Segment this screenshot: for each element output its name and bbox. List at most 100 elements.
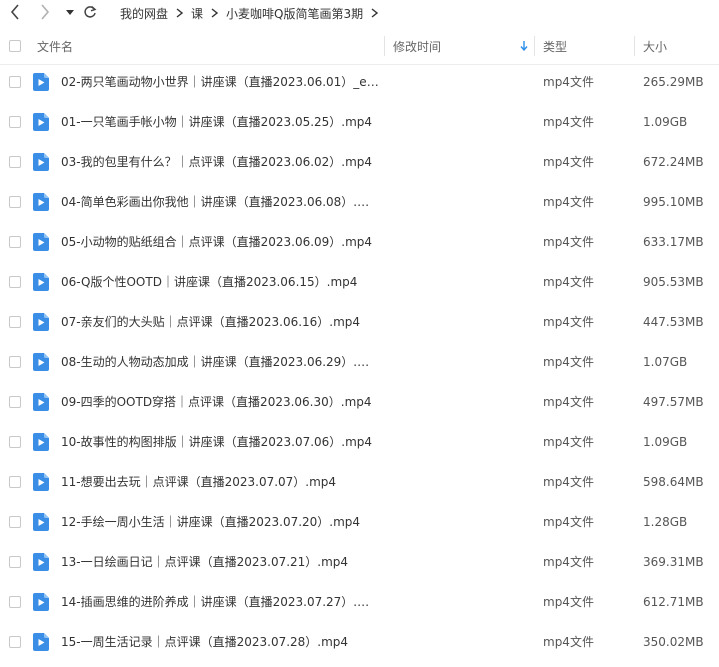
breadcrumb-item-current-folder[interactable]: 小麦咖啡Q版简笔画第3期 [226, 5, 363, 22]
file-row[interactable]: 14-插画思维的进阶养成｜讲座课（直播2023.07.27）.mp4 mp4文件… [0, 582, 719, 622]
row-checkbox[interactable] [9, 596, 21, 608]
file-row[interactable]: 10-故事性的构图排版｜讲座课（直播2023.07.06）.mp4 mp4文件 … [0, 422, 719, 462]
file-size: 612.71MB [643, 595, 704, 609]
select-all-checkbox[interactable] [9, 40, 21, 52]
file-row[interactable]: 05-小动物的贴纸组合｜点评课（直播2023.06.09）.mp4 mp4文件 … [0, 222, 719, 262]
file-name[interactable]: 02-两只笔画动物小世界｜讲座课（直播2023.06.01）_ev... [61, 62, 379, 102]
row-checkbox[interactable] [9, 116, 21, 128]
file-name[interactable]: 08-生动的人物动态加成｜讲座课（直播2023.06.29）.mp4 [61, 342, 379, 382]
forward-button[interactable] [35, 2, 55, 22]
file-row[interactable]: 11-想要出去玩｜点评课（直播2023.07.07）.mp4 mp4文件 598… [0, 462, 719, 502]
file-row[interactable]: 13-一日绘画日记｜点评课（直播2023.07.21）.mp4 mp4文件 36… [0, 542, 719, 582]
column-divider[interactable] [534, 36, 535, 56]
file-name[interactable]: 15-一周生活记录｜点评课（直播2023.07.28）.mp4 [61, 622, 379, 662]
file-type: mp4文件 [543, 75, 594, 89]
file-size: 447.53MB [643, 315, 704, 329]
file-size: 1.09GB [643, 115, 688, 129]
file-name[interactable]: 10-故事性的构图排版｜讲座课（直播2023.07.06）.mp4 [61, 422, 379, 462]
column-header-type[interactable]: 类型 [543, 28, 567, 64]
refresh-icon [84, 5, 97, 18]
navigation-bar: 我的网盘 课 小麦咖啡Q版简笔画第3期 [0, 0, 719, 26]
video-file-icon [33, 513, 49, 531]
file-type: mp4文件 [543, 395, 594, 409]
back-button[interactable] [5, 2, 25, 22]
file-name[interactable]: 07-亲友们的大头贴｜点评课（直播2023.06.16）.mp4 [61, 302, 379, 342]
video-file-icon [33, 273, 49, 291]
file-name[interactable]: 09-四季的OOTD穿搭｜点评课（直播2023.06.30）.mp4 [61, 382, 379, 422]
breadcrumb-item-my-disk[interactable]: 我的网盘 [120, 5, 168, 22]
row-checkbox[interactable] [9, 156, 21, 168]
file-type: mp4文件 [543, 555, 594, 569]
row-checkbox[interactable] [9, 556, 21, 568]
file-row[interactable]: 07-亲友们的大头贴｜点评课（直播2023.06.16）.mp4 mp4文件 4… [0, 302, 719, 342]
file-type: mp4文件 [543, 595, 594, 609]
video-file-icon [33, 553, 49, 571]
file-name[interactable]: 14-插画思维的进阶养成｜讲座课（直播2023.07.27）.mp4 [61, 582, 379, 622]
row-checkbox[interactable] [9, 636, 21, 648]
column-header-size[interactable]: 大小 [643, 28, 667, 64]
file-type: mp4文件 [543, 635, 594, 649]
column-divider[interactable] [384, 36, 385, 56]
file-size: 633.17MB [643, 235, 704, 249]
video-file-icon [33, 113, 49, 131]
video-file-icon [33, 313, 49, 331]
row-checkbox[interactable] [9, 436, 21, 448]
video-file-icon [33, 233, 49, 251]
file-type: mp4文件 [543, 235, 594, 249]
select-all-checkbox-cell[interactable] [9, 28, 21, 64]
file-size: 1.28GB [643, 515, 688, 529]
file-type: mp4文件 [543, 355, 594, 369]
file-row[interactable]: 15-一周生活记录｜点评课（直播2023.07.28）.mp4 mp4文件 35… [0, 622, 719, 662]
file-row[interactable]: 03-我的包里有什么？｜点评课（直播2023.06.02）.mp4 mp4文件 … [0, 142, 719, 182]
chevron-right-icon [176, 8, 184, 18]
row-checkbox[interactable] [9, 196, 21, 208]
file-size: 265.29MB [643, 75, 704, 89]
breadcrumb-item-course[interactable]: 课 [191, 5, 203, 22]
column-divider[interactable] [634, 36, 635, 56]
row-checkbox[interactable] [9, 396, 21, 408]
column-header-modified[interactable]: 修改时间 [393, 28, 441, 64]
history-dropdown-button[interactable] [60, 2, 80, 22]
row-checkbox[interactable] [9, 356, 21, 368]
video-file-icon [33, 393, 49, 411]
column-header-name[interactable]: 文件名 [37, 28, 73, 64]
file-row[interactable]: 12-手绘一周小生活｜讲座课（直播2023.07.20）.mp4 mp4文件 1… [0, 502, 719, 542]
file-list-header: 文件名 修改时间 类型 大小 [0, 28, 719, 65]
sort-down-arrow-icon[interactable] [520, 28, 528, 64]
row-checkbox[interactable] [9, 76, 21, 88]
file-type: mp4文件 [543, 195, 594, 209]
file-row[interactable]: 06-Q版个性OOTD｜讲座课（直播2023.06.15）.mp4 mp4文件 … [0, 262, 719, 302]
file-size: 672.24MB [643, 155, 704, 169]
file-size: 598.64MB [643, 475, 704, 489]
file-name[interactable]: 04-简单色彩画出你我他｜讲座课（直播2023.06.08）.mp4 [61, 182, 379, 222]
refresh-button[interactable] [80, 2, 100, 22]
video-file-icon [33, 473, 49, 491]
file-row[interactable]: 04-简单色彩画出你我他｜讲座课（直播2023.06.08）.mp4 mp4文件… [0, 182, 719, 222]
file-row[interactable]: 01-一只笔画手帐小物｜讲座课（直播2023.05.25）.mp4 mp4文件 … [0, 102, 719, 142]
file-type: mp4文件 [543, 475, 594, 489]
file-name[interactable]: 01-一只笔画手帐小物｜讲座课（直播2023.05.25）.mp4 [61, 102, 379, 142]
file-type: mp4文件 [543, 515, 594, 529]
file-name[interactable]: 12-手绘一周小生活｜讲座课（直播2023.07.20）.mp4 [61, 502, 379, 542]
file-size: 350.02MB [643, 635, 704, 649]
file-name[interactable]: 03-我的包里有什么？｜点评课（直播2023.06.02）.mp4 [61, 142, 379, 182]
file-row[interactable]: 02-两只笔画动物小世界｜讲座课（直播2023.06.01）_ev... mp4… [0, 62, 719, 102]
file-row[interactable]: 08-生动的人物动态加成｜讲座课（直播2023.06.29）.mp4 mp4文件… [0, 342, 719, 382]
file-name[interactable]: 05-小动物的贴纸组合｜点评课（直播2023.06.09）.mp4 [61, 222, 379, 262]
file-name[interactable]: 13-一日绘画日记｜点评课（直播2023.07.21）.mp4 [61, 542, 379, 582]
file-row[interactable]: 09-四季的OOTD穿搭｜点评课（直播2023.06.30）.mp4 mp4文件… [0, 382, 719, 422]
file-name[interactable]: 06-Q版个性OOTD｜讲座课（直播2023.06.15）.mp4 [61, 262, 379, 302]
video-file-icon [33, 433, 49, 451]
row-checkbox[interactable] [9, 236, 21, 248]
video-file-icon [33, 633, 49, 651]
file-name[interactable]: 11-想要出去玩｜点评课（直播2023.07.07）.mp4 [61, 462, 379, 502]
file-type: mp4文件 [543, 275, 594, 289]
file-size: 1.09GB [643, 435, 688, 449]
video-file-icon [33, 353, 49, 371]
row-checkbox[interactable] [9, 316, 21, 328]
row-checkbox[interactable] [9, 516, 21, 528]
row-checkbox[interactable] [9, 476, 21, 488]
file-type: mp4文件 [543, 435, 594, 449]
video-file-icon [33, 193, 49, 211]
row-checkbox[interactable] [9, 276, 21, 288]
